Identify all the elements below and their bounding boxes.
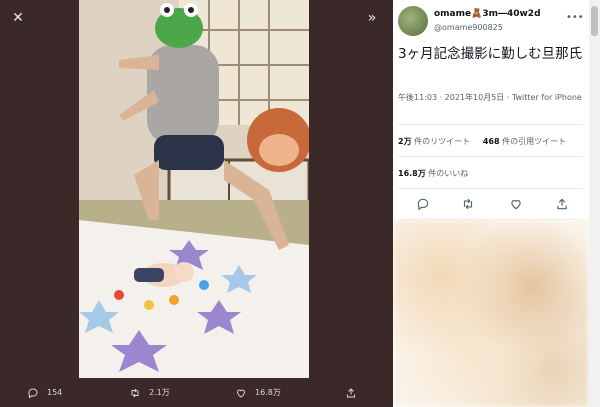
chevron-double-right-icon: » [367,10,377,26]
tweet-detail-panel: omame🧸3m―40w2d @omame900825 ••• 3ヶ月記念撮影に… [393,0,600,407]
close-icon: ✕ [12,10,24,26]
media-like-button[interactable]: 16.8万 [235,378,281,407]
reply-icon[interactable] [416,197,430,211]
quotes-value: 468 [482,137,500,146]
divider [398,156,583,157]
quotes-stat[interactable]: 468 件の引用ツイート [483,137,566,146]
scrollbar-thumb[interactable] [591,6,598,36]
share-icon [347,387,355,397]
heart-icon [236,389,246,398]
media-retweet-count: 2.1万 [149,388,170,397]
close-button[interactable]: ✕ [6,6,30,30]
media-action-bar: 154 2.1万 16.8万 [0,378,393,407]
retweets-label: 件のリツイート [414,137,471,146]
likes-value: 16.8万 [398,169,426,178]
media-reply-count: 154 [47,388,63,397]
retweets-value: 2万 [398,137,412,146]
tweet-author-header: omame🧸3m―40w2d @omame900825 ••• [398,6,584,38]
likes-label: 件のいいね [428,169,469,178]
share-icon[interactable] [555,197,569,211]
quotes-label: 件の引用ツイート [502,137,567,146]
retweet-icon [131,388,139,397]
tweet-action-bar [398,189,583,219]
media-viewer: ✕ » 154 2.1万 16.8万 [0,0,393,407]
tweet-text: 3ヶ月記念撮影に勤しむ旦那氏 [398,46,583,62]
expand-button[interactable]: » [360,6,384,30]
media-reply-button[interactable]: 154 [27,378,62,407]
heart-icon[interactable] [509,197,523,211]
tweet-photo[interactable] [79,0,309,378]
tweet-stats-row: 2万 件のリツイート 468 件の引用ツイート [398,136,566,147]
tweet-meta: 午後11:03 · 2021年10月5日 · Twitter for iPhon… [398,93,582,102]
more-options-icon[interactable]: ••• [566,12,584,23]
likes-stat[interactable]: 16.8万 件のいいね [398,168,468,179]
scrollbar[interactable] [589,0,600,407]
photo-illustration [79,0,309,378]
media-share-button[interactable] [345,378,357,407]
author-display-name[interactable]: omame🧸3m―40w2d [434,9,541,19]
avatar[interactable] [398,6,428,36]
author-handle[interactable]: @omame900825 [434,23,503,32]
media-like-count: 16.8万 [255,388,281,397]
media-retweet-button[interactable]: 2.1万 [129,378,170,407]
reply-icon [28,387,38,398]
retweet-icon[interactable] [461,197,475,211]
blurred-reply-content [393,220,589,407]
divider [398,124,583,125]
retweets-stat[interactable]: 2万 件のリツイート [398,137,470,146]
